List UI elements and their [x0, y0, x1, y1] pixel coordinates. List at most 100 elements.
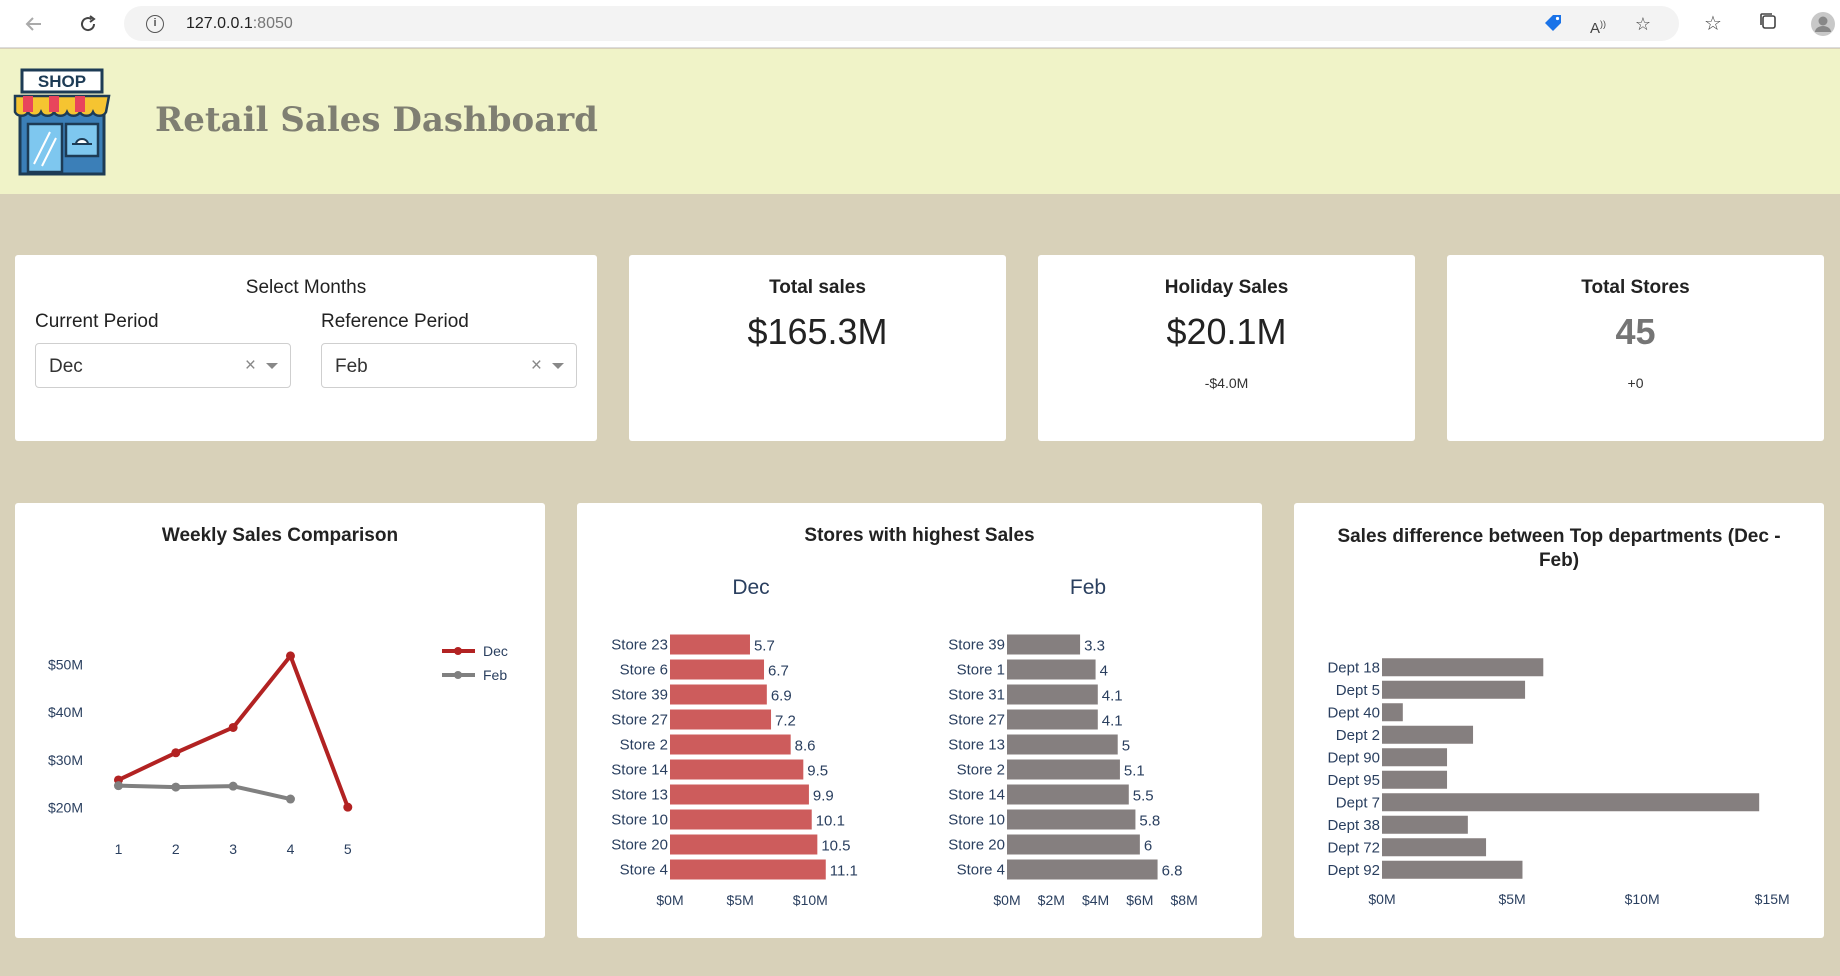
category-label: Dept 18	[1327, 659, 1380, 676]
total-stores-title: Total Stores	[1581, 277, 1690, 298]
data-point	[228, 781, 238, 791]
clear-icon[interactable]: ×	[531, 355, 542, 377]
x-tick-label: 3	[229, 841, 237, 857]
category-label: Store 27	[948, 712, 1005, 729]
data-label: 5	[1122, 738, 1130, 755]
data-label: 5.1	[1124, 763, 1145, 780]
reference-period-dropdown[interactable]: Feb ×	[321, 343, 577, 388]
bar	[670, 659, 765, 680]
back-icon[interactable]	[18, 8, 50, 40]
favorites-icon[interactable]: ☆	[1700, 11, 1726, 37]
url-port: :8050	[252, 15, 293, 32]
x-tick-label: $5M	[727, 892, 754, 908]
top-stores-chart: Dec Feb Store 4 11.1 Store 20 10.5 Store 10 10.…	[611, 576, 1197, 908]
category-label: Dept 40	[1327, 704, 1380, 721]
category-label: Store 31	[948, 687, 1005, 704]
data-label: 10.5	[821, 838, 850, 855]
data-label: 5.8	[1139, 813, 1160, 830]
data-label: 6.8	[1162, 863, 1183, 880]
clear-icon[interactable]: ×	[245, 355, 256, 377]
x-tick-label: $0M	[1368, 891, 1395, 907]
category-label: Store 14	[611, 762, 668, 779]
data-label: 9.5	[807, 763, 828, 780]
profile-icon[interactable]	[1810, 11, 1836, 37]
data-point	[171, 748, 181, 758]
bar	[1007, 634, 1081, 655]
data-point	[171, 782, 181, 792]
bar	[1007, 834, 1140, 855]
total-sales-value: $165.3M	[747, 311, 888, 352]
category-label: Store 20	[611, 837, 668, 854]
data-point	[285, 794, 295, 804]
bar	[1007, 784, 1129, 805]
holiday-sales-value: $20.1M	[1166, 311, 1287, 352]
bar	[670, 734, 791, 755]
holiday-sales-delta: -$4.0M	[1204, 375, 1249, 391]
dashboard-header: SHOP Retail Sales Dashboard	[0, 49, 1840, 194]
reference-period-value: Feb	[335, 356, 368, 377]
category-label: Store 4	[957, 862, 1005, 879]
legend-label: Feb	[483, 667, 507, 683]
bar	[1007, 659, 1096, 680]
info-icon[interactable]: i	[146, 15, 164, 33]
bar	[670, 634, 750, 655]
data-label: 3.3	[1084, 638, 1105, 655]
chevron-down-icon[interactable]	[266, 363, 278, 369]
subplot-title-dec: Dec	[732, 576, 769, 599]
category-label: Store 10	[948, 812, 1005, 829]
bar	[1382, 703, 1403, 722]
category-label: Store 13	[948, 737, 1005, 754]
category-label: Store 39	[948, 637, 1005, 654]
bar	[670, 834, 818, 855]
data-label: 4.1	[1102, 713, 1123, 730]
read-aloud-icon[interactable]: A))	[1587, 13, 1609, 37]
holiday-sales-card: Holiday Sales $20.1M -$4.0M	[1038, 255, 1415, 441]
url-host: 127.0.0.1	[186, 15, 253, 32]
category-label: Store 1	[957, 662, 1005, 679]
bar	[670, 859, 826, 880]
data-label: 7.2	[775, 713, 796, 730]
series-line-feb	[118, 783, 291, 801]
bar	[1382, 793, 1760, 812]
holiday-sales-title: Holiday Sales	[1164, 277, 1289, 298]
top-stores-card: Stores with highest Sales Dec Feb Store 41…	[577, 503, 1262, 938]
bar	[670, 759, 804, 780]
category-label: Store 14	[948, 787, 1005, 804]
data-label: 6	[1144, 838, 1152, 855]
x-tick-label: $15M	[1755, 891, 1790, 907]
collections-icon[interactable]	[1755, 11, 1781, 37]
current-period-dropdown[interactable]: Dec ×	[35, 343, 291, 388]
category-label: Store 2	[620, 737, 668, 754]
x-tick-label: $5M	[1498, 891, 1525, 907]
category-label: Dept 7	[1336, 794, 1380, 811]
total-stores-delta: +0	[1627, 375, 1644, 391]
data-label: 4.1	[1102, 688, 1123, 705]
x-tick-label: $0M	[656, 892, 683, 908]
data-point	[343, 802, 353, 812]
total-stores-card: Total Stores 45 +0	[1447, 255, 1824, 441]
data-label: 11.1	[830, 863, 858, 880]
legend-marker	[454, 647, 462, 655]
category-label: Dept 95	[1327, 772, 1380, 789]
bar	[670, 709, 772, 730]
url-text: 127.0.0.1:8050	[186, 15, 293, 33]
data-point	[285, 651, 295, 661]
data-point	[113, 781, 123, 791]
category-label: Dept 5	[1336, 682, 1380, 699]
chevron-down-icon[interactable]	[552, 363, 564, 369]
y-tick-label: $40M	[48, 704, 83, 720]
y-tick-label: $30M	[48, 752, 83, 768]
category-label: Store 10	[611, 812, 668, 829]
reload-icon[interactable]	[72, 8, 104, 40]
logo-text: SHOP	[38, 72, 86, 91]
address-bar[interactable]: i 127.0.0.1:8050 A)) ☆	[124, 6, 1679, 41]
x-tick-label: 1	[115, 841, 123, 857]
shop-logo-icon: SHOP	[13, 68, 111, 176]
tag-icon[interactable]	[1542, 13, 1564, 35]
reference-period-label: Reference Period	[321, 311, 469, 332]
weekly-sales-card: Weekly Sales Comparison $20M $30M $40M $50M…	[15, 503, 545, 938]
add-favorite-icon[interactable]: ☆	[1632, 13, 1654, 35]
bar	[670, 684, 767, 705]
category-label: Store 20	[948, 837, 1005, 854]
category-label: Store 4	[620, 862, 668, 879]
